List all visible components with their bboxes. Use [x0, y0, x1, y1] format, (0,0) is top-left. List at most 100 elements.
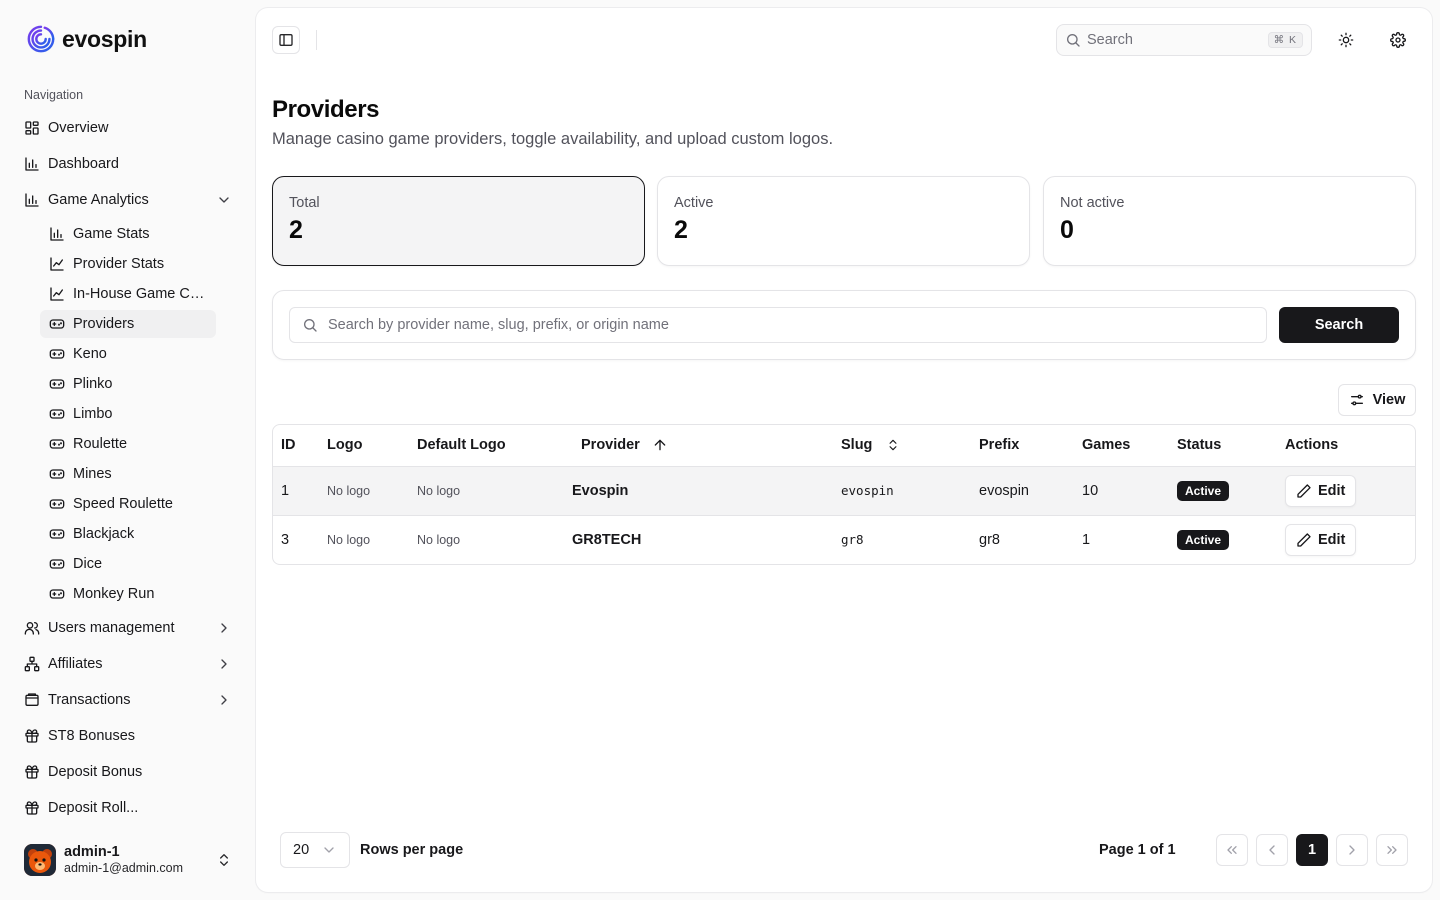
- brand[interactable]: evospin: [26, 24, 147, 54]
- sidebar-item-st8-bonuses[interactable]: ST8 Bonuses: [16, 718, 240, 754]
- gamepad-icon: [49, 466, 65, 482]
- sidebar-item-label: Mines: [73, 466, 112, 482]
- user-name: admin-1: [64, 843, 120, 860]
- cell-id: 3: [273, 514, 319, 564]
- sidebar: evospin Navigation Overview Dashboard Ga…: [0, 0, 256, 900]
- column-header-slug[interactable]: Slug: [833, 425, 971, 466]
- stat-card-total[interactable]: Total 2: [272, 176, 645, 266]
- sidebar-item-blackjack[interactable]: Blackjack: [40, 520, 216, 548]
- arrow-up-icon: [652, 437, 668, 453]
- provider-search-input[interactable]: [328, 317, 1254, 333]
- sidebar-item-label: Game Stats: [73, 226, 150, 242]
- sidebar-item-provider-stats[interactable]: Provider Stats: [40, 250, 216, 278]
- rows-per-page-value: 20: [293, 842, 310, 858]
- sidebar-item-label: Transactions: [48, 692, 131, 708]
- sidebar-item-label: Users management: [48, 620, 175, 636]
- sidebar-item-dice[interactable]: Dice: [40, 550, 216, 578]
- first-page-button[interactable]: [1216, 834, 1248, 866]
- gamepad-icon: [49, 436, 65, 452]
- next-page-button[interactable]: [1336, 834, 1368, 866]
- sidebar-item-game-analytics[interactable]: Game Analytics: [16, 182, 240, 218]
- sidebar-item-limbo[interactable]: Limbo: [40, 400, 216, 428]
- view-options-button[interactable]: View: [1338, 384, 1416, 416]
- stat-label: Active: [674, 195, 714, 211]
- gamepad-icon: [49, 586, 65, 602]
- sidebar-item-label: Monkey Run: [73, 586, 155, 602]
- layout-grid-icon: [24, 120, 40, 136]
- global-search-input[interactable]: Search ⌘ K: [1056, 24, 1312, 56]
- sidebar-item-deposit-roll[interactable]: Deposit Roll...: [16, 790, 240, 826]
- edit-button[interactable]: Edit: [1285, 474, 1357, 507]
- sidebar-item-keno[interactable]: Keno: [40, 340, 216, 368]
- gamepad-icon: [49, 526, 65, 542]
- sidebar-item-affiliates[interactable]: Affiliates: [16, 646, 240, 682]
- wallet-icon: [24, 692, 40, 708]
- cell-logo: No logo: [327, 532, 371, 547]
- cell-games: 10: [1074, 465, 1169, 515]
- column-header-actions: Actions: [1285, 437, 1339, 454]
- previous-page-button[interactable]: [1256, 834, 1288, 866]
- rows-per-page-select[interactable]: 20: [280, 832, 350, 868]
- status-badge: Active: [1177, 480, 1230, 501]
- stat-label: Total: [289, 195, 320, 211]
- sidebar-item-mines[interactable]: Mines: [40, 460, 216, 488]
- sidebar-toggle-button[interactable]: [272, 26, 300, 54]
- sidebar-item-roulette[interactable]: Roulette: [40, 430, 216, 458]
- user-menu[interactable]: admin-1 admin-1@admin.com: [16, 838, 240, 882]
- sidebar-item-monkey-run[interactable]: Monkey Run: [40, 580, 216, 608]
- sidebar-item-speed-roulette[interactable]: Speed Roulette: [40, 490, 216, 518]
- sidebar-item-users-management[interactable]: Users management: [16, 610, 240, 646]
- page-subtitle: Manage casino game providers, toggle ava…: [272, 130, 834, 148]
- gamepad-icon: [49, 406, 65, 422]
- sidebar-item-overview[interactable]: Overview: [16, 110, 240, 146]
- sidebar-item-label: ST8 Bonuses: [48, 728, 136, 744]
- column-header-provider[interactable]: Provider: [564, 425, 833, 466]
- search-button[interactable]: Search: [1279, 307, 1399, 343]
- column-header-label: Provider: [581, 437, 640, 454]
- last-page-button[interactable]: [1376, 834, 1408, 866]
- stat-card-active[interactable]: Active 2: [657, 176, 1030, 266]
- divider: [316, 30, 317, 50]
- cell-games: 1: [1074, 514, 1169, 564]
- rows-per-page-control: 20 Rows per page: [280, 832, 463, 868]
- chevron-right-icon[interactable]: [216, 620, 232, 636]
- chevron-right-icon[interactable]: [216, 692, 232, 708]
- sidebar-item-plinko[interactable]: Plinko: [40, 370, 216, 398]
- sidebar-item-label: Deposit Bonus: [48, 764, 143, 780]
- topbar: Search ⌘ K: [256, 8, 1432, 72]
- sidebar-item-providers[interactable]: Providers: [40, 310, 216, 338]
- stat-card-not-active[interactable]: Not active 0: [1043, 176, 1416, 266]
- chevron-down-icon[interactable]: [216, 192, 232, 208]
- settings-button[interactable]: [1382, 24, 1414, 56]
- table-row[interactable]: 1 No logo No logo Evospin evospin evospi…: [273, 465, 1415, 515]
- sidebar-item-label: Speed Roulette: [73, 496, 173, 512]
- table-row[interactable]: 3 No logo No logo GR8TECH gr8 gr8 1 Acti…: [273, 514, 1415, 564]
- chevrons-up-down-icon[interactable]: [216, 852, 232, 868]
- theme-toggle-button[interactable]: [1330, 24, 1362, 56]
- provider-search-field[interactable]: [289, 307, 1267, 343]
- stat-label: Not active: [1060, 195, 1125, 211]
- edit-button[interactable]: Edit: [1285, 523, 1357, 556]
- column-header-id: ID: [281, 437, 296, 454]
- sidebar-item-dashboard[interactable]: Dashboard: [16, 146, 240, 182]
- page-title: Providers: [272, 96, 380, 123]
- pencil-icon: [1296, 532, 1312, 548]
- cell-provider: Evospin: [564, 465, 833, 515]
- gamepad-icon: [49, 346, 65, 362]
- view-options-label: View: [1372, 392, 1406, 408]
- sidebar-item-label: Game Analytics: [48, 192, 149, 208]
- page-button-current[interactable]: 1: [1296, 834, 1328, 866]
- sidebar-item-game-stats[interactable]: Game Stats: [40, 220, 216, 248]
- sidebar-item-label: Providers: [73, 316, 135, 332]
- chevron-right-icon: [1344, 842, 1360, 858]
- cell-prefix: gr8: [971, 514, 1074, 564]
- sidebar-item-in-house-game-charts[interactable]: In-House Game Ch...: [40, 280, 216, 308]
- gamepad-icon: [49, 316, 65, 332]
- gamepad-icon: [49, 496, 65, 512]
- chevron-right-icon[interactable]: [216, 656, 232, 672]
- sidebar-item-transactions[interactable]: Transactions: [16, 682, 240, 718]
- gamepad-icon: [49, 556, 65, 572]
- sidebar-item-deposit-bonus[interactable]: Deposit Bonus: [16, 754, 240, 790]
- gift-icon: [24, 728, 40, 744]
- sidebar-item-label: Dashboard: [48, 156, 119, 172]
